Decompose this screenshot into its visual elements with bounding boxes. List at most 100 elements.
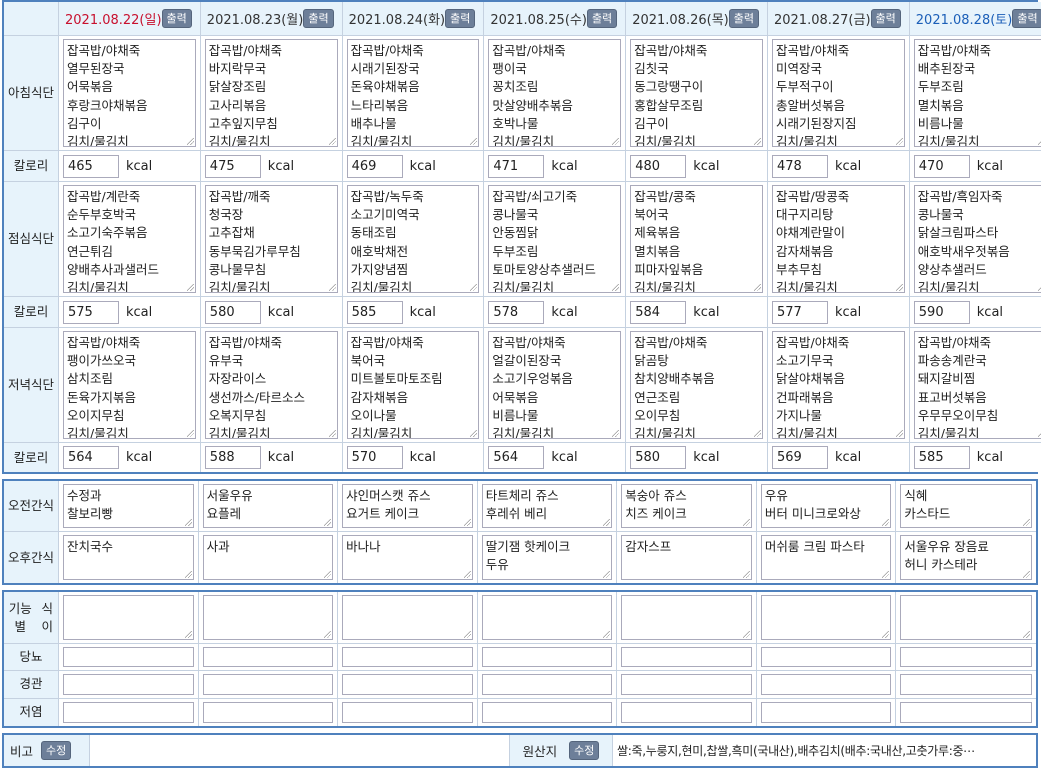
- breakfast-calorie-input[interactable]: 471: [488, 154, 545, 178]
- breakfast-calorie-input[interactable]: 478: [771, 154, 828, 178]
- functional-diet-input[interactable]: [342, 595, 473, 640]
- lunch-calorie-input[interactable]: 585: [346, 300, 403, 324]
- dinner-menu-textarea[interactable]: 잡곡밥/야채죽 얼갈이된장국 소고기우엉볶음 어묵볶음 비름나물 김치/물김치: [488, 331, 622, 439]
- functional-diet-input[interactable]: [760, 595, 892, 640]
- dinner-calorie-input[interactable]: 570: [346, 446, 403, 469]
- am-snack-textarea[interactable]: 복숭아 쥬스 치즈 케이크: [621, 484, 752, 528]
- breakfast-menu-textarea[interactable]: 잡곡밥/야채죽 바지락무국 닭살장조림 고사리볶음 고추잎지무침 김치/물김치: [204, 39, 338, 147]
- dinner-calorie-input[interactable]: 564: [488, 446, 545, 469]
- tube-feeding-input[interactable]: [481, 674, 613, 695]
- dinner-menu-textarea[interactable]: 잡곡밥/야채죽 유부국 자장라이스 생선까스/타르소스 오복지무침 김치/물김치: [204, 331, 338, 439]
- diabetes-input[interactable]: [760, 647, 892, 668]
- breakfast-calorie-input[interactable]: 465: [63, 154, 119, 178]
- print-button[interactable]: 출력: [303, 9, 334, 28]
- breakfast-calorie-input[interactable]: 480: [630, 154, 687, 178]
- tube-feeding-input[interactable]: [342, 674, 473, 695]
- functional-diet-input[interactable]: [621, 595, 752, 640]
- lunch-calorie-input[interactable]: 578: [488, 300, 545, 324]
- lunch-menu-textarea[interactable]: 잡곡밥/흑임자죽 콩나물국 닭살크림파스타 애호박새우젓볶음 양상추샐러드 김치/물김치: [913, 185, 1041, 293]
- lunch-menu-textarea[interactable]: 잡곡밥/계란죽 순두부호박국 소고기숙주볶음 연근튀김 양배추사과샐러드 김치/물김치: [63, 185, 196, 293]
- diabetes-input[interactable]: [63, 647, 194, 668]
- lunch-calorie-input[interactable]: 575: [63, 300, 119, 324]
- dinner-calorie-input[interactable]: 585: [913, 446, 970, 469]
- tube-feeding-cell: [756, 671, 897, 699]
- diabetes-input[interactable]: [900, 647, 1032, 668]
- lunch-menu-textarea[interactable]: 잡곡밥/콩죽 북어국 제육볶음 멸치볶음 피마자잎볶음 김치/물김치: [630, 185, 763, 293]
- print-button[interactable]: 출력: [728, 9, 759, 28]
- remark-label: 비고: [10, 744, 34, 759]
- dinner-menu-textarea[interactable]: 잡곡밥/야채죽 소고기무국 닭살야채볶음 건파래볶음 가지나물 김치/물김치: [771, 331, 905, 439]
- remark-field[interactable]: [90, 735, 510, 766]
- tube-feeding-input[interactable]: [202, 674, 334, 695]
- print-button[interactable]: 출력: [586, 9, 618, 28]
- breakfast-menu-textarea[interactable]: 잡곡밥/야채죽 팽이국 꽁치조림 맛살양배추볶음 호박나물 김치/물김치: [488, 39, 622, 147]
- diabetes-input[interactable]: [481, 647, 613, 668]
- dinner-calorie-input[interactable]: 564: [63, 446, 119, 469]
- pm-snack-textarea[interactable]: 바나나: [342, 535, 473, 580]
- pm-snack-textarea[interactable]: 감자스프: [621, 535, 752, 580]
- lunch-calorie-input[interactable]: 577: [771, 300, 828, 324]
- kcal-unit: kcal: [267, 450, 295, 465]
- tube-feeding-input[interactable]: [63, 674, 194, 695]
- lunch-calorie-input[interactable]: 590: [913, 300, 970, 324]
- pm-snack-textarea[interactable]: 딸기잼 핫케이크 두유: [481, 535, 613, 580]
- low-salt-input[interactable]: [481, 701, 613, 723]
- print-button[interactable]: 출력: [1012, 9, 1041, 28]
- dinner-calorie-input[interactable]: 588: [204, 446, 261, 469]
- am-snack-textarea[interactable]: 샤인머스캣 쥬스 요거트 케이크: [342, 484, 473, 528]
- pm-snack-textarea[interactable]: 서울우유 장음료 허니 카스테라: [900, 535, 1032, 580]
- breakfast-menu-textarea[interactable]: 잡곡밥/야채죽 김칫국 동그랑땡구이 홍합살무조림 김구이 김치/물김치: [630, 39, 763, 147]
- am-snack-textarea[interactable]: 우유 버터 미니크로와상: [760, 484, 892, 528]
- functional-diet-input[interactable]: [202, 595, 334, 640]
- am-snack-textarea[interactable]: 식혜 카스타드: [900, 484, 1032, 528]
- lunch-menu-textarea[interactable]: 잡곡밥/깨죽 청국장 고추잡채 동부묵김가루무침 콩나물무침 김치/물김치: [204, 185, 338, 293]
- print-button[interactable]: 출력: [161, 9, 192, 28]
- lunch-menu-textarea[interactable]: 잡곡밥/쇠고기죽 콩나물국 안동찜닭 두부조림 토마토양상추샐러드 김치/물김치: [488, 185, 622, 293]
- origin-edit-button[interactable]: 수정: [569, 741, 600, 760]
- dinner-calorie-input[interactable]: 569: [771, 446, 828, 469]
- am-snack-textarea[interactable]: 수정과 찰보리빵: [63, 484, 194, 528]
- low-salt-input[interactable]: [342, 701, 473, 723]
- functional-diet-input[interactable]: [900, 595, 1032, 640]
- breakfast-menu-textarea[interactable]: 잡곡밥/야채죽 열무된장국 어묵볶음 후랑크야채볶음 김구이 김치/물김치: [63, 39, 196, 147]
- print-button[interactable]: 출력: [445, 9, 476, 28]
- dinner-menu-textarea[interactable]: 잡곡밥/야채죽 팽이가쓰오국 삼치조림 돈육가지볶음 오이지무침 김치/물김치: [63, 331, 196, 439]
- functional-diet-input[interactable]: [481, 595, 613, 640]
- tube-feeding-input[interactable]: [760, 674, 892, 695]
- low-salt-input[interactable]: [900, 701, 1032, 723]
- dinner-menu-textarea[interactable]: 잡곡밥/야채죽 닭곰탕 참치양배추볶음 연근조림 오이무침 김치/물김치: [630, 331, 763, 439]
- diabetes-input[interactable]: [621, 647, 752, 668]
- lunch-menu-textarea[interactable]: 잡곡밥/녹두죽 소고기미역국 동태조림 애호박채전 가지양념찜 김치/물김치: [346, 185, 480, 293]
- breakfast-calorie-input[interactable]: 469: [346, 154, 403, 178]
- tube-feeding-input[interactable]: [900, 674, 1032, 695]
- breakfast-menu-textarea[interactable]: 잡곡밥/야채죽 시래기된장국 돈육야채볶음 느타리볶음 배추나물 김치/물김치: [346, 39, 480, 147]
- low-salt-input[interactable]: [63, 701, 194, 723]
- breakfast-menu-textarea[interactable]: 잡곡밥/야채죽 배추된장국 두부조림 멸치볶음 비름나물 김치/물김치: [913, 39, 1041, 147]
- pm-snack-textarea[interactable]: 사과: [202, 535, 334, 580]
- low-salt-input[interactable]: [202, 701, 334, 723]
- breakfast-calorie-input[interactable]: 470: [913, 154, 970, 178]
- pm-snack-textarea[interactable]: 잔치국수: [63, 535, 194, 580]
- tube-feeding-input[interactable]: [621, 674, 752, 695]
- breakfast-menu-textarea[interactable]: 잡곡밥/야채죽 미역장국 두부적구이 총알버섯볶음 시래기된장지짐 김치/물김치: [771, 39, 905, 147]
- am-snack-textarea[interactable]: 서울우유 요플레: [202, 484, 334, 528]
- functional-diet-input[interactable]: [63, 595, 194, 640]
- print-button[interactable]: 출력: [870, 9, 901, 28]
- diabetes-input[interactable]: [202, 647, 334, 668]
- breakfast-menu-item: 잡곡밥/야채죽: [208, 43, 283, 58]
- lunch-calorie-input[interactable]: 580: [204, 300, 261, 324]
- lunch-menu-textarea[interactable]: 잡곡밥/땅콩죽 대구지리탕 야채계란말이 감자채볶음 부추무침 김치/물김치: [771, 185, 905, 293]
- lunch-calorie-input[interactable]: 584: [630, 300, 687, 324]
- dinner-menu-textarea[interactable]: 잡곡밥/야채죽 파송송계란국 돼지갈비찜 표고버섯볶음 우무무오이무침 김치/물김치: [913, 331, 1041, 439]
- low-salt-input[interactable]: [621, 701, 752, 723]
- breakfast-calorie-input[interactable]: 475: [204, 154, 261, 178]
- am-snack-textarea[interactable]: 타트체리 쥬스 후레쉬 베리: [481, 484, 613, 528]
- remark-edit-button[interactable]: 수정: [41, 741, 72, 760]
- dinner-menu-textarea[interactable]: 잡곡밥/야채죽 북어국 미트볼토마토조림 감자채볶음 오이나물 김치/물김치: [346, 331, 480, 439]
- pm-snack-textarea[interactable]: 머쉬룸 크림 파스타: [760, 535, 892, 580]
- dinner-calorie-input[interactable]: 580: [630, 446, 687, 469]
- am-snack-cell: 타트체리 쥬스 후레쉬 베리: [477, 481, 618, 532]
- breakfast-menu-item: 팽이국: [492, 61, 527, 77]
- diabetes-input[interactable]: [342, 647, 473, 668]
- low-salt-input[interactable]: [760, 701, 892, 723]
